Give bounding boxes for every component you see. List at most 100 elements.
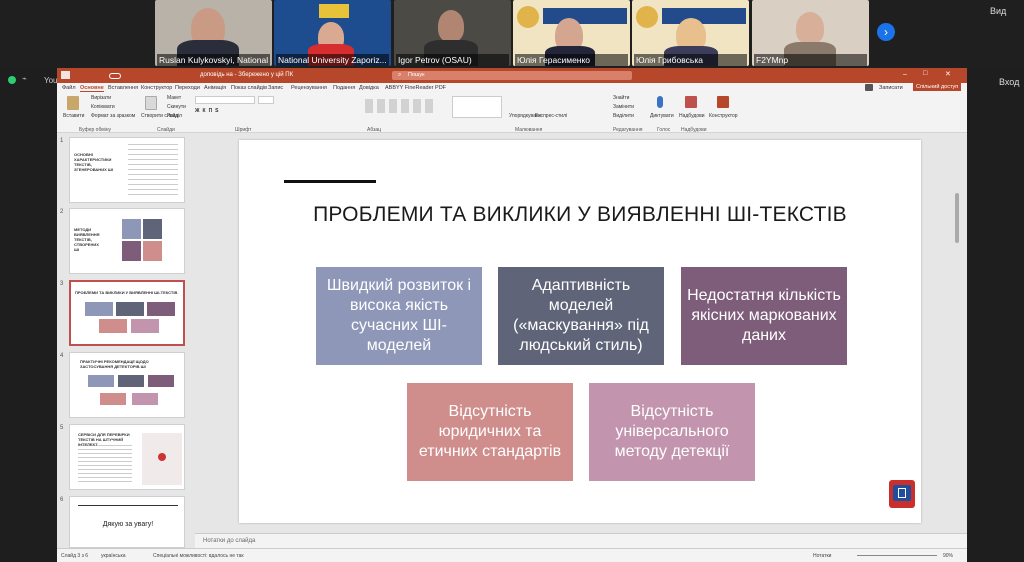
challenge-box[interactable]: Недостатня кількість якісних маркованих … [681, 267, 847, 365]
autosave-toggle[interactable] [109, 73, 121, 79]
tab-insert[interactable]: Вставлення [108, 85, 138, 91]
title-bar: доповідь на - Збережено у цій ПК ⌕ Пошук… [57, 68, 967, 83]
participant-tile[interactable]: Igor Petrov (OSAU) [394, 0, 511, 66]
participant-name: Юлія Грибовська [634, 54, 747, 66]
participant-tile[interactable]: Ruslan Kulykovskyi, National ... [155, 0, 272, 66]
font-family-select[interactable] [195, 96, 255, 104]
vertical-scrollbar[interactable] [955, 193, 959, 243]
thumbnail-diagram [122, 219, 162, 263]
participant-name: National University Zaporiz... [276, 54, 389, 66]
shapes-gallery[interactable] [452, 96, 502, 118]
slide-thumbnail[interactable]: СЕРВІСИ ДЛЯ ПЕРЕВІРКИ ТЕКСТІВ НА ШТУЧНИЙ… [69, 424, 185, 490]
designer-icon [717, 96, 729, 108]
thumbnail-image [142, 433, 182, 485]
minimize-icon[interactable]: – [903, 71, 907, 78]
tab-record[interactable]: Запис [268, 85, 283, 91]
slide-thumbnail[interactable]: ПРАКТИЧНІ РЕКОМЕНДАЦІЇ ЩОДО ЗАСТОСУВАННЯ… [69, 352, 185, 418]
challenge-box[interactable]: Відсутність універсального методу детекц… [589, 383, 755, 481]
signal-icon: ⌁ [22, 74, 27, 83]
powerpoint-window: доповідь на - Збережено у цій ПК ⌕ Пошук… [57, 68, 967, 562]
challenge-box[interactable]: Адаптивність моделей («маскування» під л… [498, 267, 664, 365]
zoom-slider[interactable] [857, 555, 937, 556]
view-button[interactable]: Вид [990, 6, 1006, 16]
thumbnail-text-block [128, 144, 178, 196]
thumbnail-number: 4 [60, 353, 64, 359]
participant-name: F2YMnp [754, 54, 867, 66]
section-button[interactable]: Розділ [167, 113, 182, 119]
challenge-box[interactable]: Відсутність юридичних та етичних стандар… [407, 383, 573, 481]
microphone-icon [657, 96, 663, 108]
participant-tile[interactable]: F2YMnp [752, 0, 869, 66]
tab-review[interactable]: Рецензування [291, 85, 327, 91]
participant-tile[interactable]: Юлія Грибовська [632, 0, 749, 66]
participant-tile[interactable]: National University Zaporiz... [274, 0, 391, 66]
challenge-box[interactable]: Швидкий розвиток і висока якість сучасни… [316, 267, 482, 365]
tab-transitions[interactable]: Переходи [175, 85, 200, 91]
font-size-select[interactable] [258, 96, 274, 104]
tab-view[interactable]: Подання [333, 85, 355, 91]
select-button[interactable]: Виділити [613, 113, 634, 119]
slide-canvas[interactable]: ПРОБЛЕМИ ТА ВИКЛИКИ У ВИЯВЛЕННІ ШІ-ТЕКСТ… [239, 140, 921, 523]
thumbnail-text-block [78, 445, 132, 485]
title-accent-bar [284, 180, 376, 183]
thumbnail-title: ПРАКТИЧНІ РЕКОМЕНДАЦІЇ ЩОДО ЗАСТОСУВАННЯ… [80, 359, 149, 369]
tab-slideshow[interactable]: Показ слайдів [231, 85, 267, 91]
paste-button[interactable]: Вставити [63, 113, 84, 119]
thumbnail-title: Дякую за увагу! [102, 521, 154, 528]
maximize-icon[interactable]: □ [923, 70, 927, 77]
slide-thumbnail[interactable]: ОСНОВНІ ХАРАКТЕРИСТИКИ ТЕКСТІВ, ЗГЕНЕРОВ… [69, 137, 185, 203]
participant-tile[interactable]: Юлія Герасименко [513, 0, 630, 66]
autosave-icon [61, 71, 70, 79]
tab-abbyy[interactable]: ABBYY FineReader PDF [385, 85, 446, 91]
zoom-level[interactable]: 90% [943, 553, 953, 559]
slide-thumbnail[interactable]: Дякую за увагу! [69, 496, 185, 548]
slide-title[interactable]: ПРОБЛЕМИ ТА ВИКЛИКИ У ВИЯВЛЕННІ ШІ-ТЕКСТ… [239, 203, 921, 227]
participant-name: Юлія Герасименко [515, 54, 628, 66]
accessibility-status[interactable]: Спеціальні можливості: вдалось не так [153, 553, 244, 559]
notes-pane[interactable]: Нотатки до слайда [195, 533, 967, 548]
comments-icon[interactable] [865, 84, 873, 91]
slide-thumbnail[interactable]: МЕТОДИ ВИЯВЛЕННЯ ТЕКСТІВ, СТВОРЕНИХ ШІ [69, 208, 185, 274]
tab-home[interactable]: Основне [80, 85, 104, 92]
tab-help[interactable]: Довідка [359, 85, 379, 91]
status-bar: Слайд 3 з 6 українська Спеціальні можлив… [57, 548, 967, 562]
language-indicator[interactable]: українська [101, 553, 126, 559]
share-button[interactable]: Спільний доступ [913, 83, 962, 91]
tab-animations[interactable]: Анімація [204, 85, 226, 91]
participant-name: Ruslan Kulykovskyi, National ... [157, 54, 270, 66]
notes-toggle[interactable]: Нотатки [813, 553, 831, 559]
thumbnail-number: 1 [60, 138, 64, 144]
university-logo [889, 480, 915, 508]
ribbon: Вставити Вирізати Копіювати Формат за зр… [57, 93, 967, 133]
format-painter-button[interactable]: Формат за зразком [91, 113, 135, 119]
copy-button[interactable]: Копіювати [91, 104, 115, 110]
paragraph-controls[interactable] [365, 99, 435, 113]
dictate-button[interactable]: Диктувати [650, 113, 674, 119]
search-icon: ⌕ [398, 72, 402, 78]
addins-icon [685, 96, 697, 108]
participant-name: Igor Petrov (OSAU) [396, 54, 509, 66]
font-style-buttons[interactable]: ЖКПS [195, 108, 222, 114]
thumbnail-title: ОСНОВНІ ХАРАКТЕРИСТИКИ ТЕКСТІВ, ЗГЕНЕРОВ… [74, 152, 113, 172]
ribbon-tabs: Файл Основне Вставлення Конструктор Пере… [57, 83, 967, 93]
slide-thumbnail-selected[interactable]: ПРОБЛЕМИ ТА ВИКЛИКИ У ВИЯВЛЕННІ ШІ-ТЕКСТ… [69, 280, 185, 346]
search-box[interactable]: ⌕ Пошук [392, 71, 632, 80]
quick-styles-button[interactable]: Експрес-стилі [535, 113, 567, 119]
cut-button[interactable]: Вирізати [91, 95, 111, 101]
exit-button[interactable]: Вход [999, 77, 1019, 87]
tab-design[interactable]: Конструктор [141, 85, 172, 91]
find-button[interactable]: Знайти [613, 95, 629, 101]
replace-button[interactable]: Замінити [613, 104, 634, 110]
addins-button[interactable]: Надбудови [679, 113, 705, 119]
reset-button[interactable]: Скинути [167, 104, 186, 110]
new-slide-icon [145, 96, 157, 110]
tab-file[interactable]: Файл [62, 85, 76, 91]
search-placeholder: Пошук [408, 72, 425, 78]
close-icon[interactable]: ✕ [945, 70, 951, 78]
thumbnail-number: 2 [60, 209, 64, 215]
shield-icon [8, 76, 16, 84]
record-button[interactable]: Записати [879, 85, 903, 91]
layout-button[interactable]: Макет [167, 95, 181, 101]
next-participants-button[interactable]: › [877, 23, 895, 41]
designer-button[interactable]: Конструктор [709, 113, 738, 119]
